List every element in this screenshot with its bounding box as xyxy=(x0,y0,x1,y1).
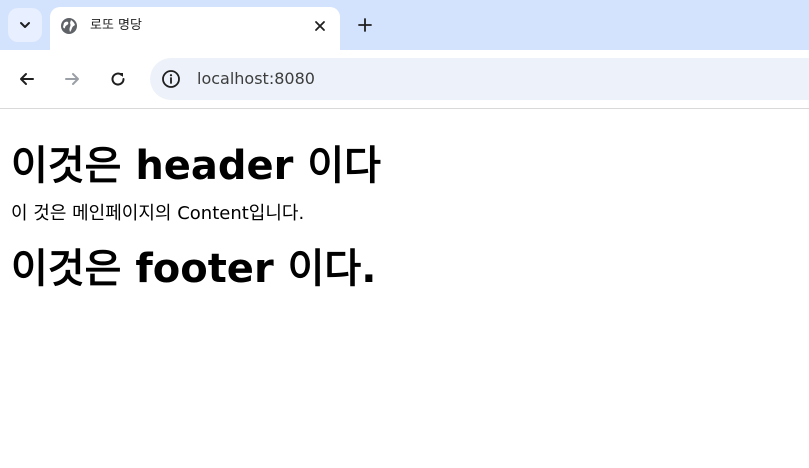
new-tab-button[interactable] xyxy=(354,14,376,36)
main-content-text: 이 것은 메인페이지의 Content입니다. xyxy=(11,203,305,224)
tab-strip: 로또 명당 xyxy=(0,0,809,50)
info-icon[interactable] xyxy=(161,69,181,89)
page-footer: 이것은 footer 이다. xyxy=(11,246,377,292)
active-tab[interactable]: 로또 명당 xyxy=(50,7,340,50)
tab-search-button[interactable] xyxy=(8,8,42,42)
arrow-right-icon xyxy=(65,73,79,85)
arrow-left-icon xyxy=(20,73,34,85)
forward-button[interactable] xyxy=(60,67,84,91)
page-content: 이것은 header 이다 이 것은 메인페이지의 Content입니다. 이것… xyxy=(11,109,801,293)
plus-icon xyxy=(358,18,372,32)
reload-button[interactable] xyxy=(106,67,130,91)
chevron-down-icon xyxy=(20,22,30,28)
browser-toolbar: localhost:8080 xyxy=(0,50,809,109)
close-tab-button[interactable] xyxy=(310,16,330,36)
globe-icon xyxy=(61,18,77,34)
page-header: 이것은 header 이다 xyxy=(11,143,381,189)
reload-icon xyxy=(111,72,125,86)
address-bar[interactable]: localhost:8080 xyxy=(150,58,809,100)
close-icon xyxy=(315,21,325,31)
address-url[interactable]: localhost:8080 xyxy=(197,69,315,89)
tab-title: 로또 명당 xyxy=(90,18,142,33)
back-button[interactable] xyxy=(15,67,39,91)
